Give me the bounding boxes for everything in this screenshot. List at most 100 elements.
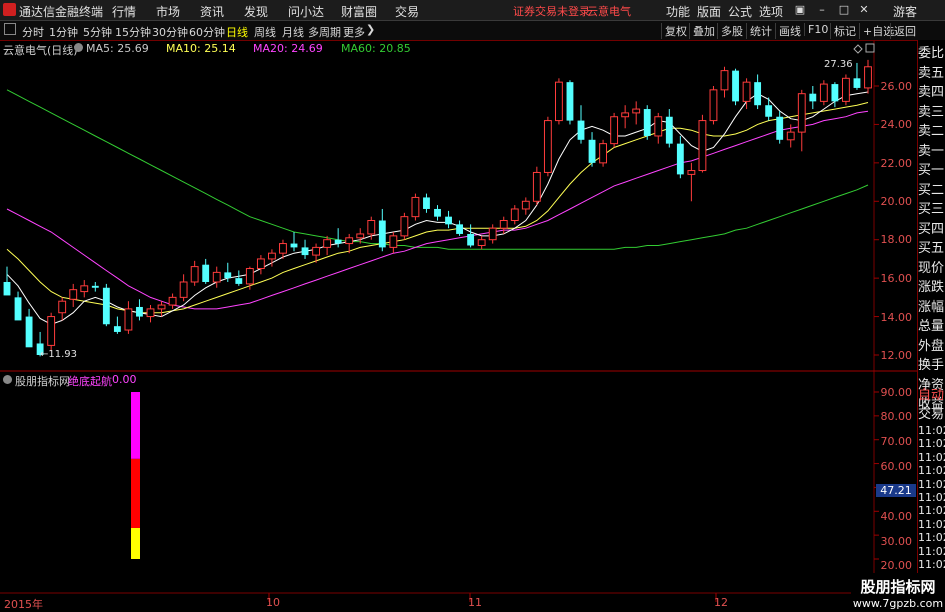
candle-body-74: [819, 83, 828, 102]
indicator-settings-icon[interactable]: [3, 375, 12, 384]
menu-wealth[interactable]: 财富圈: [341, 3, 377, 20]
candle-body-57: [632, 108, 641, 114]
candle-body-48: [532, 171, 541, 202]
candle-body-33: [367, 220, 376, 235]
ind-tick-40: 40.00: [880, 510, 913, 523]
candle-body-28: [312, 246, 320, 256]
trade-tick-7: 11:02: [918, 491, 945, 505]
quote-label-0: 委比: [918, 46, 945, 61]
tab-weekly[interactable]: 周线: [254, 24, 276, 40]
candle-body-34: [378, 220, 386, 248]
menu-quotes[interactable]: 行情: [112, 3, 136, 20]
x-label-dec: 12: [714, 596, 728, 609]
btn-statistics[interactable]: 统计: [746, 23, 775, 39]
indicator-value: 0.00: [112, 373, 137, 386]
candle-body-64: [709, 89, 718, 122]
skin-icon[interactable]: ▣: [792, 2, 808, 18]
trade-tick-11: 11:02: [918, 544, 945, 558]
btn-adjust[interactable]: 复权: [661, 23, 690, 39]
toolbar-menu-icon[interactable]: [4, 23, 16, 35]
candle-body-23: [256, 258, 265, 270]
candle-body-8: [91, 285, 99, 288]
y-tick-16: 16.00: [880, 272, 913, 285]
minimize-icon[interactable]: –: [814, 2, 830, 18]
trade-tick-6: 11:02: [918, 477, 945, 491]
candle-body-78: [864, 66, 872, 89]
tab-multi-period[interactable]: 多周期: [308, 24, 341, 40]
btn-f10[interactable]: F10: [804, 23, 831, 36]
tab-daily[interactable]: 日线: [226, 24, 248, 40]
quote-label-1: 卖五: [918, 65, 945, 81]
menu-market[interactable]: 市场: [156, 3, 180, 20]
candle-body-18: [202, 264, 210, 282]
y-tick-18: 18.00: [880, 233, 913, 246]
candle-body-12: [136, 306, 143, 317]
trade-tick-9: 11:02: [918, 517, 945, 531]
menu-options[interactable]: 选项: [759, 3, 783, 20]
candle-body-13: [146, 308, 155, 318]
quote-label-15: 外盘: [918, 338, 945, 354]
quote-label-4: 卖二: [918, 124, 945, 139]
quote-label-3: 卖三: [918, 104, 945, 120]
btn-draw[interactable]: 画线: [775, 23, 804, 39]
tab-30min[interactable]: 30分钟: [152, 24, 188, 40]
candle-body-15: [168, 296, 177, 306]
tab-intraday[interactable]: 分时: [22, 24, 44, 40]
tab-60min[interactable]: 60分钟: [189, 24, 225, 40]
menu-news[interactable]: 资讯: [200, 3, 224, 20]
trade-tick-3: 11:02: [918, 437, 945, 451]
maximize-icon[interactable]: □: [836, 2, 852, 18]
btn-mark[interactable]: 标记: [830, 23, 859, 39]
quote-label-8: 买三: [918, 202, 945, 217]
trade-tick-8: 11:02: [918, 504, 945, 518]
menu-trade[interactable]: 交易: [395, 3, 419, 20]
more-dropdown-icon[interactable]: ❯: [366, 23, 375, 36]
quote-label-10: 买五: [918, 241, 945, 256]
candle-body-38: [423, 197, 430, 209]
candle-body-51: [566, 82, 574, 121]
indicator-line-name: 绝底起航: [68, 375, 112, 388]
stock-name-top: 云意电气: [587, 5, 631, 18]
visitor-label[interactable]: 游客: [893, 3, 917, 20]
close-icon[interactable]: ✕: [856, 2, 872, 18]
quote-label-2: 卖四: [918, 85, 945, 100]
tab-1min[interactable]: 1分钟: [49, 24, 78, 40]
app-logo: [3, 3, 16, 16]
candle-body-45: [499, 220, 508, 229]
candle-body-71: [786, 131, 795, 141]
candle-body-68: [754, 82, 762, 106]
tab-5min[interactable]: 5分钟: [83, 24, 112, 40]
candle-body-53: [588, 139, 596, 163]
candle-body-77: [853, 78, 861, 88]
btn-overlay[interactable]: 叠加: [689, 23, 718, 39]
chart-expand-icon: [865, 43, 875, 53]
tab-monthly[interactable]: 月线: [282, 24, 304, 40]
candle-body-60: [665, 116, 673, 144]
candle-body-55: [610, 116, 619, 145]
price-chart[interactable]: [0, 40, 918, 609]
ind-tick-90: 90.00: [880, 386, 913, 399]
quote-label-5: 卖一: [918, 143, 945, 159]
candle-body-31: [345, 237, 354, 245]
btn-back[interactable]: 返回: [890, 23, 919, 39]
candle-body-27: [301, 247, 309, 256]
tab-more[interactable]: 更多: [343, 24, 365, 40]
login-notice[interactable]: 证券交易未登录: [513, 3, 590, 19]
candle-body-4: [47, 316, 56, 346]
trade-tick-5: 11:02: [918, 464, 945, 478]
tab-15min[interactable]: 15分钟: [115, 24, 151, 40]
menu-function[interactable]: 功能: [666, 3, 690, 20]
ind-tick-80: 80.00: [880, 410, 913, 423]
candle-body-10: [113, 326, 121, 332]
candle-body-2: [25, 316, 33, 348]
candle-body-26: [290, 243, 298, 248]
candle-body-41: [456, 224, 463, 234]
candle-body-43: [477, 239, 486, 246]
quote-label-16: 换手: [918, 358, 945, 373]
btn-multi-stock[interactable]: 多股: [717, 23, 746, 39]
menu-discover[interactable]: 发现: [244, 3, 268, 20]
menu-layout[interactable]: 版面: [697, 3, 721, 20]
candle-body-16: [179, 281, 188, 298]
menu-ask[interactable]: 问小达: [288, 3, 324, 20]
menu-formula[interactable]: 公式: [728, 3, 752, 20]
